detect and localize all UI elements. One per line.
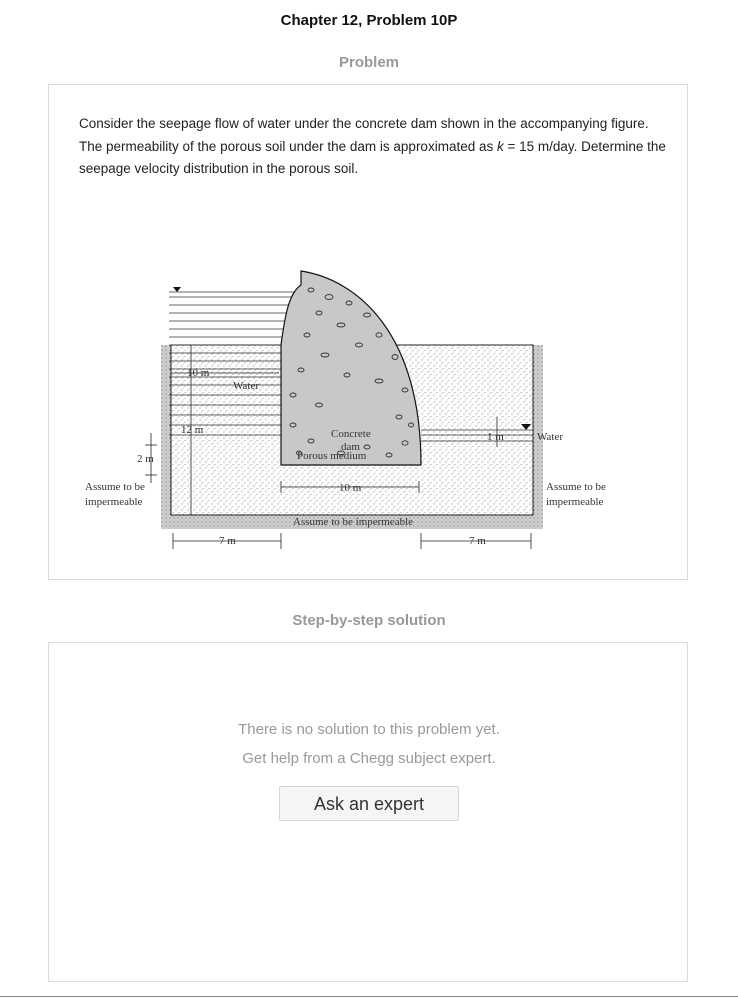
problem-statement: Consider the seepage flow of water under… xyxy=(79,113,669,181)
solution-card: There is no solution to this problem yet… xyxy=(48,642,688,982)
k-symbol: k xyxy=(496,138,504,154)
label-2m: 2 m xyxy=(137,453,154,465)
label-10m-dam: 10 m xyxy=(339,482,362,494)
label-impermeable-left-1: Assume to be xyxy=(85,481,145,493)
page-title: Chapter 12, Problem 10P xyxy=(280,12,458,29)
water-level-marker-left xyxy=(173,287,181,292)
label-impermeable-right-2: impermeable xyxy=(546,496,604,508)
ask-expert-button[interactable]: Ask an expert xyxy=(279,786,459,821)
label-10m-top: 10 m xyxy=(187,367,210,379)
label-7m-left: 7 m xyxy=(219,535,236,547)
expert-help-message: Get help from a Chegg subject expert. xyxy=(242,750,496,767)
label-water-left: Water xyxy=(233,380,259,392)
dam-seepage-figure: 10 m Water Concrete dam 10 m 2 m 1 m Wat… xyxy=(85,270,606,549)
bottom-divider xyxy=(0,996,738,997)
problem-heading: Problem xyxy=(338,54,399,71)
label-water-right: Water xyxy=(537,431,563,443)
problem-card: Consider the seepage flow of water under… xyxy=(48,84,688,580)
solution-heading: Step-by-step solution xyxy=(292,612,446,629)
label-1m: 1 m xyxy=(487,431,504,443)
label-impermeable-left-2: impermeable xyxy=(85,496,143,508)
label-impermeable-bottom: Assume to be impermeable xyxy=(293,516,413,528)
label-12m-visible: 12 m xyxy=(181,424,204,436)
label-concrete: Concrete xyxy=(331,428,371,440)
label-impermeable-right-1: Assume to be xyxy=(546,481,606,493)
label-porous-medium: Porous medium xyxy=(297,450,367,462)
label-7m-right: 7 m xyxy=(469,535,486,547)
no-solution-message: There is no solution to this problem yet… xyxy=(238,721,500,738)
